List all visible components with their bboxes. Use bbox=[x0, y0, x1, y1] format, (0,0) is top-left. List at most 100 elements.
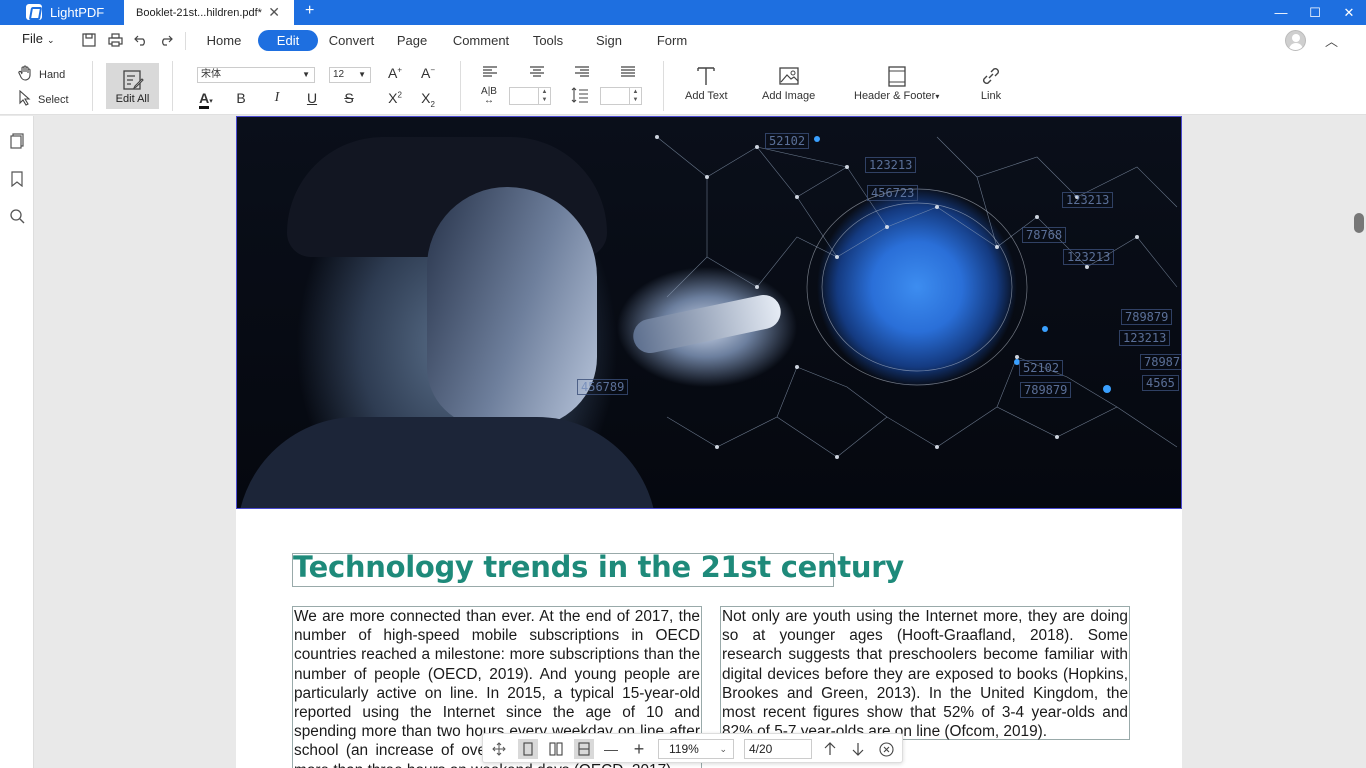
bold-icon[interactable]: B bbox=[231, 90, 251, 106]
left-sidebar bbox=[0, 116, 34, 768]
hand-tool-button[interactable]: Hand bbox=[18, 65, 65, 84]
maximize-icon[interactable]: ☐ bbox=[1297, 0, 1333, 25]
next-page-icon[interactable] bbox=[848, 739, 868, 759]
hero-label: 123213 bbox=[1119, 330, 1171, 346]
hero-label: 789879 bbox=[1121, 309, 1173, 325]
line-spacing-input[interactable]: ▲ ▼ bbox=[600, 87, 642, 105]
hero-image[interactable]: 52102 123213 456723 123213 78768 123213 … bbox=[236, 116, 1182, 509]
hand-tool-label: Hand bbox=[39, 68, 66, 81]
thumbnails-icon[interactable] bbox=[9, 133, 25, 149]
file-menu-label: File bbox=[22, 31, 43, 46]
divider bbox=[460, 61, 461, 111]
character-spacing-input[interactable]: ▲ ▼ bbox=[509, 87, 551, 105]
font-size-value: 12 bbox=[333, 69, 345, 80]
character-spacing-icon[interactable]: A|B ↔ bbox=[479, 87, 499, 106]
add-text-button[interactable]: Add Text bbox=[685, 65, 728, 102]
save-icon[interactable] bbox=[80, 31, 98, 49]
spinner-arrows-icon[interactable]: ▲ ▼ bbox=[629, 88, 641, 104]
line-spacing-icon[interactable] bbox=[570, 87, 590, 106]
spinner-arrows-icon[interactable]: ▲ ▼ bbox=[538, 88, 550, 104]
zoom-in-icon[interactable]: + bbox=[629, 739, 649, 759]
select-tool-button[interactable]: Select bbox=[18, 89, 69, 109]
redo-icon[interactable] bbox=[157, 31, 175, 49]
add-image-button[interactable]: Add Image bbox=[762, 65, 815, 102]
network-graphic bbox=[655, 135, 1178, 459]
decrease-font-size-icon[interactable]: A− bbox=[418, 65, 438, 81]
fit-width-icon[interactable] bbox=[574, 739, 594, 759]
align-center-icon[interactable] bbox=[527, 65, 547, 81]
chevron-down-icon: ⌄ bbox=[46, 35, 55, 45]
increase-font-size-icon[interactable]: A+ bbox=[385, 65, 405, 81]
app-name: LightPDF bbox=[50, 5, 105, 20]
link-button[interactable]: Link bbox=[980, 65, 1002, 102]
user-avatar[interactable] bbox=[1285, 30, 1306, 51]
dropdown-arrow-icon: ▼ bbox=[302, 70, 310, 79]
divider bbox=[185, 32, 186, 50]
page-heading: Technology trends in the 21st century bbox=[293, 550, 904, 584]
hero-label: 78768 bbox=[1022, 227, 1067, 243]
paragraph-right[interactable]: Not only are youth using the Internet mo… bbox=[720, 606, 1130, 740]
superscript-icon[interactable]: X2 bbox=[385, 90, 405, 106]
edit-all-button[interactable]: Edit All bbox=[106, 63, 159, 109]
page-number-input[interactable]: 4/20 bbox=[744, 739, 812, 759]
previous-page-icon[interactable] bbox=[820, 739, 840, 759]
cursor-icon bbox=[18, 89, 32, 109]
undo-icon[interactable] bbox=[132, 31, 150, 49]
page-number-value: 4/20 bbox=[749, 742, 773, 756]
image-icon bbox=[778, 67, 799, 85]
hand-icon bbox=[18, 65, 33, 84]
select-tool-label: Select bbox=[38, 93, 69, 106]
tab-page[interactable]: Page bbox=[392, 30, 432, 51]
pdf-page: 52102 123213 456723 123213 78768 123213 … bbox=[236, 116, 1182, 768]
document-viewport[interactable]: 52102 123213 456723 123213 78768 123213 … bbox=[34, 116, 1352, 768]
add-image-label: Add Image bbox=[762, 90, 816, 102]
underline-icon[interactable]: U bbox=[302, 90, 322, 106]
align-right-icon[interactable] bbox=[572, 65, 592, 81]
justify-icon[interactable] bbox=[618, 65, 638, 81]
italic-icon[interactable]: I bbox=[267, 90, 287, 106]
font-color-icon[interactable]: A▾ bbox=[196, 90, 216, 109]
app-tab[interactable]: LightPDF bbox=[0, 0, 122, 25]
bookmark-icon[interactable] bbox=[9, 171, 25, 188]
two-page-view-icon[interactable] bbox=[546, 739, 566, 759]
tab-form[interactable]: Form bbox=[652, 30, 692, 51]
close-tab-icon[interactable]: ✕ bbox=[268, 4, 280, 21]
hero-label: 789879 bbox=[1020, 382, 1072, 398]
close-window-icon[interactable]: ✕ bbox=[1331, 0, 1366, 25]
font-size-select[interactable]: 12 ▼ bbox=[329, 67, 371, 83]
hero-label: 456723 bbox=[867, 185, 919, 201]
align-left-icon[interactable] bbox=[480, 65, 500, 81]
zoom-out-icon[interactable]: — bbox=[601, 739, 621, 759]
add-text-label: Add Text bbox=[685, 90, 728, 102]
move-icon[interactable] bbox=[489, 739, 509, 759]
document-tab[interactable]: Booklet-21st...hildren.pdf* ✕ bbox=[124, 0, 294, 25]
vertical-scrollbar-thumb[interactable] bbox=[1354, 213, 1364, 233]
collapse-ribbon-icon[interactable]: ︿ bbox=[1325, 31, 1338, 50]
font-family-select[interactable]: 宋体 ▼ bbox=[197, 67, 315, 83]
tab-tools[interactable]: Tools bbox=[528, 30, 568, 51]
header-footer-icon bbox=[888, 66, 906, 87]
subscript-icon[interactable]: X2 bbox=[418, 90, 438, 109]
hero-label: 789879 bbox=[1140, 354, 1181, 370]
hero-label: 123213 bbox=[865, 157, 917, 173]
tab-convert[interactable]: Convert bbox=[324, 30, 379, 51]
minimize-icon[interactable]: — bbox=[1263, 0, 1299, 25]
tab-home[interactable]: Home bbox=[199, 30, 249, 51]
new-tab-button[interactable]: + bbox=[305, 2, 314, 20]
divider bbox=[172, 61, 173, 111]
file-menu[interactable]: File ⌄ bbox=[22, 31, 55, 46]
zoom-select[interactable]: 119% ⌄ bbox=[658, 739, 734, 759]
document-tab-title: Booklet-21st...hildren.pdf* bbox=[136, 6, 262, 19]
dropdown-arrow-icon: ▾ bbox=[935, 92, 940, 101]
header-footer-button[interactable]: Header & Footer▾ bbox=[854, 65, 939, 102]
menu-bar: File ⌄ Home Edit Convert Page Comment Too… bbox=[0, 25, 1366, 57]
strikethrough-icon[interactable]: S bbox=[339, 90, 359, 106]
tab-sign[interactable]: Sign bbox=[592, 30, 626, 51]
tab-comment[interactable]: Comment bbox=[448, 30, 514, 51]
tab-edit[interactable]: Edit bbox=[258, 30, 318, 51]
single-page-view-icon[interactable] bbox=[518, 739, 538, 759]
close-circle-icon[interactable] bbox=[876, 739, 896, 759]
hero-label: 456789 bbox=[577, 379, 629, 395]
print-icon[interactable] bbox=[106, 31, 124, 49]
search-icon[interactable] bbox=[9, 208, 25, 224]
